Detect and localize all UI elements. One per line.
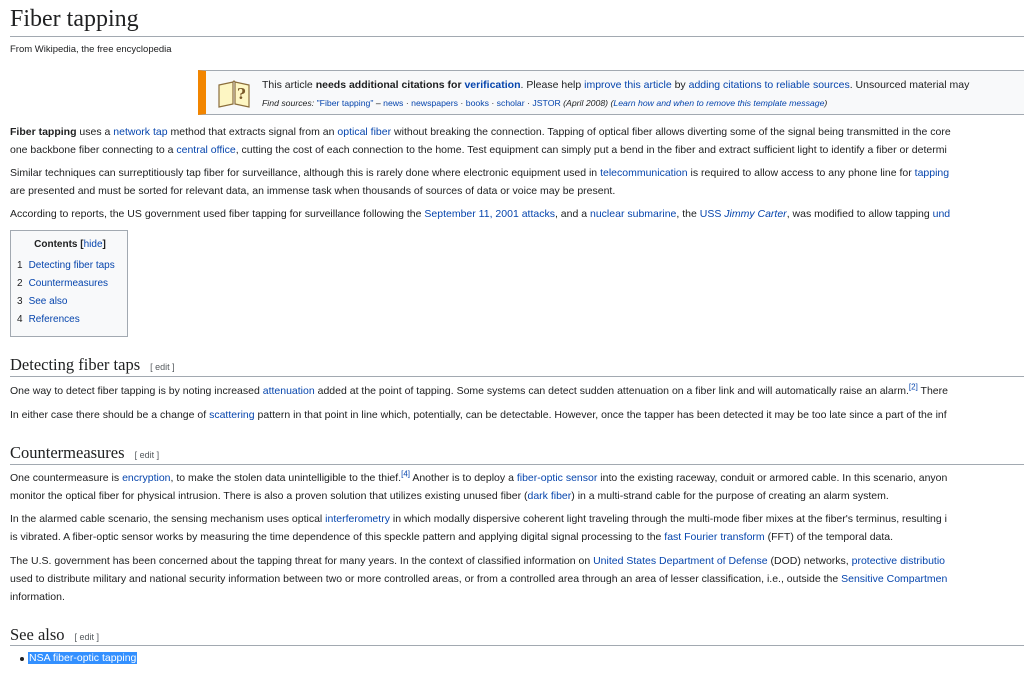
learn-remove-template-link[interactable]: Learn how and when to remove this templa… (613, 98, 824, 108)
optical-fiber-link[interactable]: optical fiber (337, 126, 391, 138)
citation-needed-notice: ? This article needs additional citation… (198, 70, 1024, 115)
book-question-icon: ? (218, 80, 250, 108)
detecting-paragraph-1: One way to detect fiber tapping is by no… (10, 382, 948, 397)
interferometry-link[interactable]: interferometry (325, 513, 390, 525)
section-heading-countermeasures: Countermeasures[ edit ] (10, 443, 160, 462)
toc-item-references[interactable]: 4 References (17, 314, 80, 325)
sensitive-compartmented-link[interactable]: Sensitive Compartmen (841, 573, 947, 585)
verification-link[interactable]: verification (464, 79, 520, 91)
edit-countermeasures-link[interactable]: [ edit ] (135, 450, 160, 460)
truncated-link[interactable]: und (933, 208, 951, 220)
reference-4-link[interactable]: [4] (401, 470, 410, 479)
detecting-paragraph-2: In either case there should be a change … (10, 409, 947, 421)
countermeasures-paragraph-3-line-2: used to distribute military and national… (10, 573, 948, 585)
intro-paragraph-2-line-2: are presented and must be sorted for rel… (10, 185, 616, 197)
fast-fourier-transform-link[interactable]: fast Fourier transform (664, 531, 764, 543)
nsa-fiber-optic-tapping-link[interactable]: NSA fiber-optic tapping (28, 652, 138, 664)
notice-message: This article needs additional citations … (262, 79, 970, 91)
countermeasures-paragraph-2-line-1: In the alarmed cable scenario, the sensi… (10, 513, 947, 525)
intro-paragraph-1-line-1: Fiber tapping uses a network tap method … (10, 126, 951, 138)
page-title: Fiber tapping (10, 6, 139, 32)
list-bullet (20, 657, 24, 661)
list-item: NSA fiber-optic tapping (28, 652, 138, 664)
find-sources-search-link[interactable]: "Fiber tapping" (317, 98, 374, 108)
find-newspapers-link[interactable]: newspapers (411, 98, 458, 108)
protective-distribution-link[interactable]: protective distributio (852, 555, 945, 567)
countermeasures-paragraph-1-line-2: monitor the optical fiber for physical i… (10, 490, 889, 502)
section-divider (10, 464, 1024, 465)
dark-fiber-link[interactable]: dark fiber (528, 490, 572, 502)
toc-item-see-also[interactable]: 3 See also (17, 296, 67, 307)
intro-paragraph-2-line-1: Similar techniques can surreptitiously t… (10, 167, 950, 179)
find-news-link[interactable]: news (383, 98, 403, 108)
countermeasures-paragraph-2-line-2: is vibrated. A fiber-optic sensor works … (10, 531, 894, 543)
find-books-link[interactable]: books (466, 98, 489, 108)
section-heading-see-also: See also[ edit ] (10, 625, 100, 644)
nuclear-submarine-link[interactable]: nuclear submarine (590, 208, 676, 220)
us-dod-link[interactable]: United States Department of Defense (593, 555, 768, 567)
intro-paragraph-1-line-2: one backbone fiber connecting to a centr… (10, 144, 947, 156)
tapping-link[interactable]: tapping (915, 167, 949, 179)
encryption-link[interactable]: encryption (122, 472, 170, 484)
intro-paragraph-3: According to reports, the US government … (10, 208, 951, 220)
toc-hide-toggle[interactable]: hide (84, 239, 103, 250)
fiber-optic-sensor-link[interactable]: fiber-optic sensor (517, 472, 598, 484)
toc-item-detecting[interactable]: 1 Detecting fiber taps (17, 260, 115, 271)
network-tap-link[interactable]: network tap (113, 126, 167, 138)
countermeasures-paragraph-1-line-1: One countermeasure is encryption, to mak… (10, 469, 948, 484)
section-heading-detecting: Detecting fiber taps[ edit ] (10, 355, 175, 374)
section-divider (10, 645, 1024, 646)
september-11-link[interactable]: September 11, 2001 attacks (424, 208, 555, 220)
countermeasures-paragraph-3-line-1: The U.S. government has been concerned a… (10, 555, 946, 567)
edit-see-also-link[interactable]: [ edit ] (75, 632, 100, 642)
uss-jimmy-carter-link[interactable]: USS Jimmy Carter (700, 208, 787, 220)
site-tagline: From Wikipedia, the free encyclopedia (10, 44, 172, 55)
find-scholar-link[interactable]: scholar (497, 98, 525, 108)
table-of-contents: Contents [hide] 1 Detecting fiber taps 2C… (10, 230, 128, 337)
section-divider (10, 376, 1024, 377)
scattering-link[interactable]: scattering (209, 409, 255, 421)
svg-text:?: ? (237, 85, 246, 103)
countermeasures-paragraph-3-line-3: information. (10, 591, 65, 603)
toc-title: Contents [hide] (34, 239, 106, 250)
edit-detecting-link[interactable]: [ edit ] (150, 362, 175, 372)
find-jstor-link[interactable]: JSTOR (532, 98, 560, 108)
find-sources-line: Find sources: "Fiber tapping" – news · n… (262, 98, 828, 108)
attenuation-link[interactable]: attenuation (263, 385, 315, 397)
central-office-link[interactable]: central office (176, 144, 235, 156)
improve-article-link[interactable]: improve this article (584, 79, 672, 91)
reference-2-link[interactable]: [2] (909, 383, 918, 392)
title-divider (10, 36, 1024, 37)
toc-item-countermeasures[interactable]: 2 Countermeasures (17, 278, 108, 289)
telecommunication-link[interactable]: telecommunication (600, 167, 688, 179)
adding-citations-link[interactable]: adding citations to reliable sources (689, 79, 850, 91)
